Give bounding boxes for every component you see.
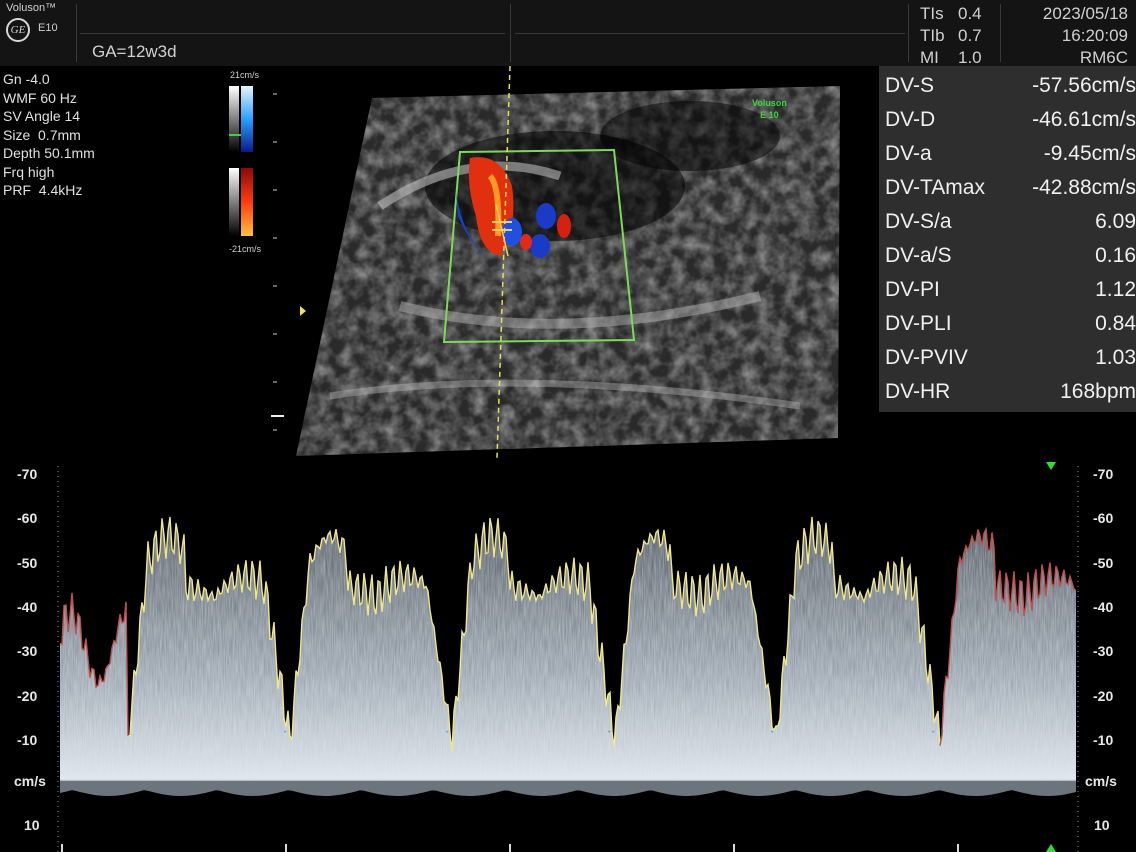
- scroll-marker-top-icon: [1046, 462, 1056, 470]
- watermark-line: Voluson: [752, 98, 787, 108]
- velocity-tick-left: -30: [17, 643, 38, 660]
- exam-date: 2023/05/18: [1042, 4, 1128, 23]
- measurement-label: DV-D: [885, 108, 936, 131]
- divider: [1000, 4, 1001, 62]
- measurement-value: 168bpm: [1060, 380, 1136, 403]
- safety-value: 0.4: [958, 4, 982, 23]
- measurement-row: DV-a/S 0.16: [879, 238, 1136, 272]
- a-wave-marker: ˇ: [607, 730, 612, 741]
- measurement-label: DV-S: [885, 74, 935, 97]
- a-wave-marker: ˇ: [445, 730, 450, 741]
- measurement-row: DV-HR 168bpm: [879, 374, 1136, 408]
- measurement-label: DV-HR: [885, 380, 951, 403]
- velocity-tick-right: -60: [1093, 510, 1114, 527]
- color-velocity-bar: [229, 86, 253, 236]
- velocity-tick-right: -40: [1093, 598, 1114, 615]
- measurement-value: -57.56cm/s: [1032, 74, 1136, 97]
- measurement-value: -9.45cm/s: [1043, 142, 1136, 165]
- divider: [515, 33, 905, 34]
- measurement-value: -42.88cm/s: [1032, 176, 1136, 199]
- measurement-value: -46.61cm/s: [1032, 108, 1136, 131]
- color-bar-min: -21cm/s: [229, 244, 262, 254]
- measurement-row: DV-D -46.61cm/s: [879, 102, 1136, 136]
- measurement-value: 1.12: [1095, 278, 1136, 301]
- measurement-label: DV-S/a: [885, 210, 952, 233]
- measurement-value: 1.03: [1095, 346, 1136, 369]
- scroll-marker-bottom-icon: [1046, 844, 1056, 852]
- watermark-line: E 10: [760, 110, 779, 120]
- velocity-tick-left: -20: [17, 687, 38, 704]
- bmode-image: [229, 66, 840, 458]
- voluson-watermark: Voluson E 10: [752, 97, 787, 121]
- focus-marker-icon: [300, 306, 306, 316]
- velocity-tick-right: -20: [1093, 687, 1114, 704]
- brand-name: Voluson™: [6, 2, 57, 14]
- measurement-panel: DV-S -57.56cm/s DV-D -46.61cm/s DV-a -9.45cm/…: [879, 66, 1136, 412]
- velocity-tick-left: -50: [17, 554, 38, 571]
- safety-values: 0.4 0.7 1.0: [958, 3, 982, 69]
- safety-label: TIs: [920, 4, 944, 23]
- a-wave-marker: ˇ: [770, 730, 775, 741]
- divider: [908, 4, 909, 62]
- measurement-label: DV-PI: [885, 278, 940, 301]
- safety-labels: TIs TIb MI: [920, 3, 945, 69]
- measurement-row: DV-PVIV 1.03: [879, 340, 1136, 374]
- velocity-unit-right: cm/s: [1085, 773, 1117, 789]
- velocity-tick-right: -30: [1093, 643, 1114, 660]
- divider: [80, 33, 505, 34]
- measurement-row: DV-TAmax -42.88cm/s: [879, 170, 1136, 204]
- measurement-row: DV-S/a 6.09: [879, 204, 1136, 238]
- divider: [510, 4, 511, 62]
- measurement-row: DV-PI 1.12: [879, 272, 1136, 306]
- measurement-value: 0.16: [1095, 244, 1136, 267]
- ge-logo-icon: GE: [6, 18, 30, 42]
- measurement-label: DV-TAmax: [885, 176, 985, 199]
- velocity-tick-left: -60: [17, 510, 38, 527]
- measurement-label: DV-a/S: [885, 244, 952, 267]
- reverse-flow-spectrum: [60, 780, 1076, 796]
- measurement-row: DV-a -9.45cm/s: [879, 136, 1136, 170]
- a-wave-marker: ˇ: [931, 730, 936, 741]
- measurement-value: 0.84: [1095, 312, 1136, 335]
- measurement-label: DV-a: [885, 142, 932, 165]
- a-wave-marker: ˇ: [283, 730, 288, 741]
- measurement-label: DV-PLI: [885, 312, 952, 335]
- velocity-tick-left: -70: [17, 466, 38, 482]
- velocity-tick-left: -10: [17, 731, 38, 748]
- velocity-tick-below-right: 10: [1094, 817, 1110, 833]
- date-time-block: 2023/05/18 16:20:09 RM6C: [1043, 3, 1128, 69]
- a-wave-marker: ˇ: [940, 730, 945, 741]
- bmode-sector: [296, 86, 840, 456]
- model-label: E10: [38, 22, 58, 34]
- velocity-tick-right: -50: [1093, 554, 1114, 571]
- safety-value: 0.7: [958, 26, 982, 45]
- measurement-label: DV-PVIV: [885, 346, 968, 369]
- velocity-unit-left: cm/s: [14, 773, 46, 789]
- velocity-tick-below-left: 10: [24, 817, 40, 833]
- measurement-row: DV-PLI 0.84: [879, 306, 1136, 340]
- gestational-age: GA=12w3d: [92, 42, 177, 61]
- velocity-tick-right: -10: [1093, 731, 1114, 748]
- velocity-tick-right: -70: [1093, 466, 1114, 482]
- safety-label: TIb: [920, 26, 945, 45]
- measurement-row: DV-S -57.56cm/s: [879, 68, 1136, 102]
- exam-time: 16:20:09: [1061, 26, 1128, 45]
- doppler-spectrum: ˇˇˇˇˇˇ: [57, 462, 1079, 852]
- divider: [76, 4, 77, 62]
- color-bar-max: 21cm/s: [230, 70, 260, 80]
- depth-scale: [271, 93, 284, 431]
- measurement-value: 6.09: [1095, 210, 1136, 233]
- velocity-tick-left: -40: [17, 598, 38, 615]
